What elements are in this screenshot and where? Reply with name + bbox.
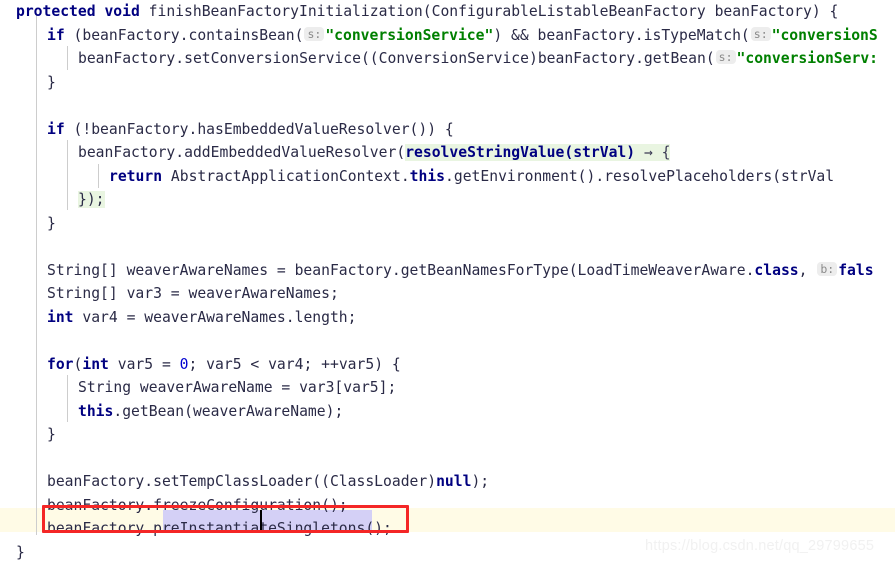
code-token: .getEnvironment().resolvePlaceholders(st… bbox=[445, 167, 835, 185]
code-token: void bbox=[104, 3, 140, 20]
code-line[interactable]: return AbstractApplicationContext.this.g… bbox=[0, 165, 895, 189]
code-line[interactable]: String[] var3 = weaverAwareNames; bbox=[0, 282, 895, 306]
code-token: } bbox=[47, 426, 56, 443]
code-token: var5 = bbox=[108, 355, 180, 373]
code-surface[interactable]: protected void finishBeanFactoryInitiali… bbox=[0, 0, 895, 564]
code-line[interactable]: int var4 = weaverAwareNames.length; bbox=[0, 306, 895, 330]
code-line[interactable] bbox=[0, 447, 895, 471]
code-token: fals bbox=[838, 261, 874, 279]
code-token: String[] weaverAwareNames = beanFactory.… bbox=[47, 261, 755, 279]
code-line[interactable]: String[] weaverAwareNames = beanFactory.… bbox=[0, 259, 895, 283]
text-caret bbox=[260, 510, 262, 530]
code-token: .getBean(weaverAwareName); bbox=[113, 402, 344, 420]
code-line[interactable]: beanFactory.setTempClassLoader((ClassLoa… bbox=[0, 470, 895, 494]
code-token: "conversionServ: bbox=[736, 50, 879, 67]
code-line[interactable] bbox=[0, 329, 895, 353]
parameter-name-hint: s: bbox=[750, 26, 771, 41]
lambda-signature: resolveStringValue(strVal) bbox=[405, 144, 636, 161]
code-token: String[] var3 = weaverAwareNames; bbox=[47, 285, 339, 302]
code-token: beanFactory.preInstantiateSingletons(); bbox=[47, 520, 392, 537]
parameter-name-hint: b: bbox=[817, 261, 838, 276]
code-line[interactable]: if (beanFactory.containsBean(s: "conversi… bbox=[0, 24, 895, 48]
code-token: if bbox=[47, 26, 65, 44]
code-token: beanFactory.addEmbeddedValueResolver( bbox=[78, 144, 406, 161]
code-token: null bbox=[436, 473, 472, 490]
code-line[interactable]: if (!beanFactory.hasEmbeddedValueResolve… bbox=[0, 118, 895, 142]
parameter-name-hint: s: bbox=[715, 50, 736, 64]
code-line[interactable]: beanFactory.preInstantiateSingletons(); bbox=[0, 517, 895, 541]
code-token: this bbox=[409, 167, 446, 185]
code-line[interactable]: } bbox=[0, 212, 895, 236]
code-token: } bbox=[47, 214, 56, 232]
code-token: for bbox=[47, 355, 74, 373]
code-token: beanFactory.setTempClassLoader((ClassLoa… bbox=[47, 473, 437, 490]
code-line[interactable] bbox=[0, 94, 895, 118]
code-line[interactable]: String weaverAwareName = var3[var5]; bbox=[0, 376, 895, 400]
code-token: finishBeanFactoryInitialization(Configur… bbox=[139, 3, 839, 20]
code-token: AbstractApplicationContext. bbox=[162, 167, 410, 185]
code-token: "conversionService" bbox=[325, 26, 494, 44]
code-token: ) && beanFactory.isTypeMatch( bbox=[493, 26, 750, 44]
code-token: } bbox=[47, 73, 56, 91]
code-line[interactable]: protected void finishBeanFactoryInitiali… bbox=[0, 0, 895, 24]
code-token: var4 = weaverAwareNames.length; bbox=[73, 308, 357, 326]
code-token: ); bbox=[471, 473, 490, 490]
code-token: 0 bbox=[179, 355, 189, 373]
code-token: beanFactory.setConversionService((Conver… bbox=[78, 50, 715, 67]
code-line[interactable]: beanFactory.freezeConfiguration(); bbox=[0, 494, 895, 518]
code-line[interactable]: beanFactory.addEmbeddedValueResolver(res… bbox=[0, 141, 895, 165]
code-token: return bbox=[109, 167, 163, 185]
code-token: protected bbox=[16, 3, 96, 20]
code-line[interactable]: } bbox=[0, 71, 895, 95]
lambda-arrow: → { bbox=[635, 144, 671, 161]
code-line[interactable]: this.getBean(weaverAwareName); bbox=[0, 400, 895, 424]
watermark-text: https://blog.csdn.net/qq_29799655 bbox=[645, 538, 875, 554]
code-token: } bbox=[16, 543, 25, 561]
code-token: , bbox=[798, 261, 817, 279]
code-line[interactable]: for(int var5 = 0; var5 < var4; ++var5) { bbox=[0, 353, 895, 377]
code-token: int bbox=[82, 355, 109, 373]
code-token: if bbox=[47, 120, 65, 138]
code-line[interactable]: }); bbox=[0, 188, 895, 212]
code-token: (!beanFactory.hasEmbeddedValueResolver()… bbox=[64, 120, 454, 138]
code-token: int bbox=[47, 308, 74, 326]
code-line[interactable]: beanFactory.setConversionService((Conver… bbox=[0, 47, 895, 71]
code-line[interactable]: } bbox=[0, 423, 895, 447]
code-token: ; var5 < var4; ++var5) { bbox=[188, 355, 401, 373]
code-token: String weaverAwareName = var3[var5]; bbox=[78, 379, 397, 396]
lambda-close: }); bbox=[78, 191, 105, 208]
code-line[interactable] bbox=[0, 235, 895, 259]
code-token: beanFactory.freezeConfiguration(); bbox=[47, 496, 348, 514]
code-token: (beanFactory.containsBean( bbox=[64, 26, 304, 44]
code-token: "conversionS bbox=[771, 26, 878, 44]
code-token: this bbox=[78, 402, 114, 420]
code-editor[interactable]: protected void finishBeanFactoryInitiali… bbox=[0, 0, 895, 564]
parameter-name-hint: s: bbox=[304, 26, 325, 41]
code-token: class bbox=[754, 261, 799, 279]
